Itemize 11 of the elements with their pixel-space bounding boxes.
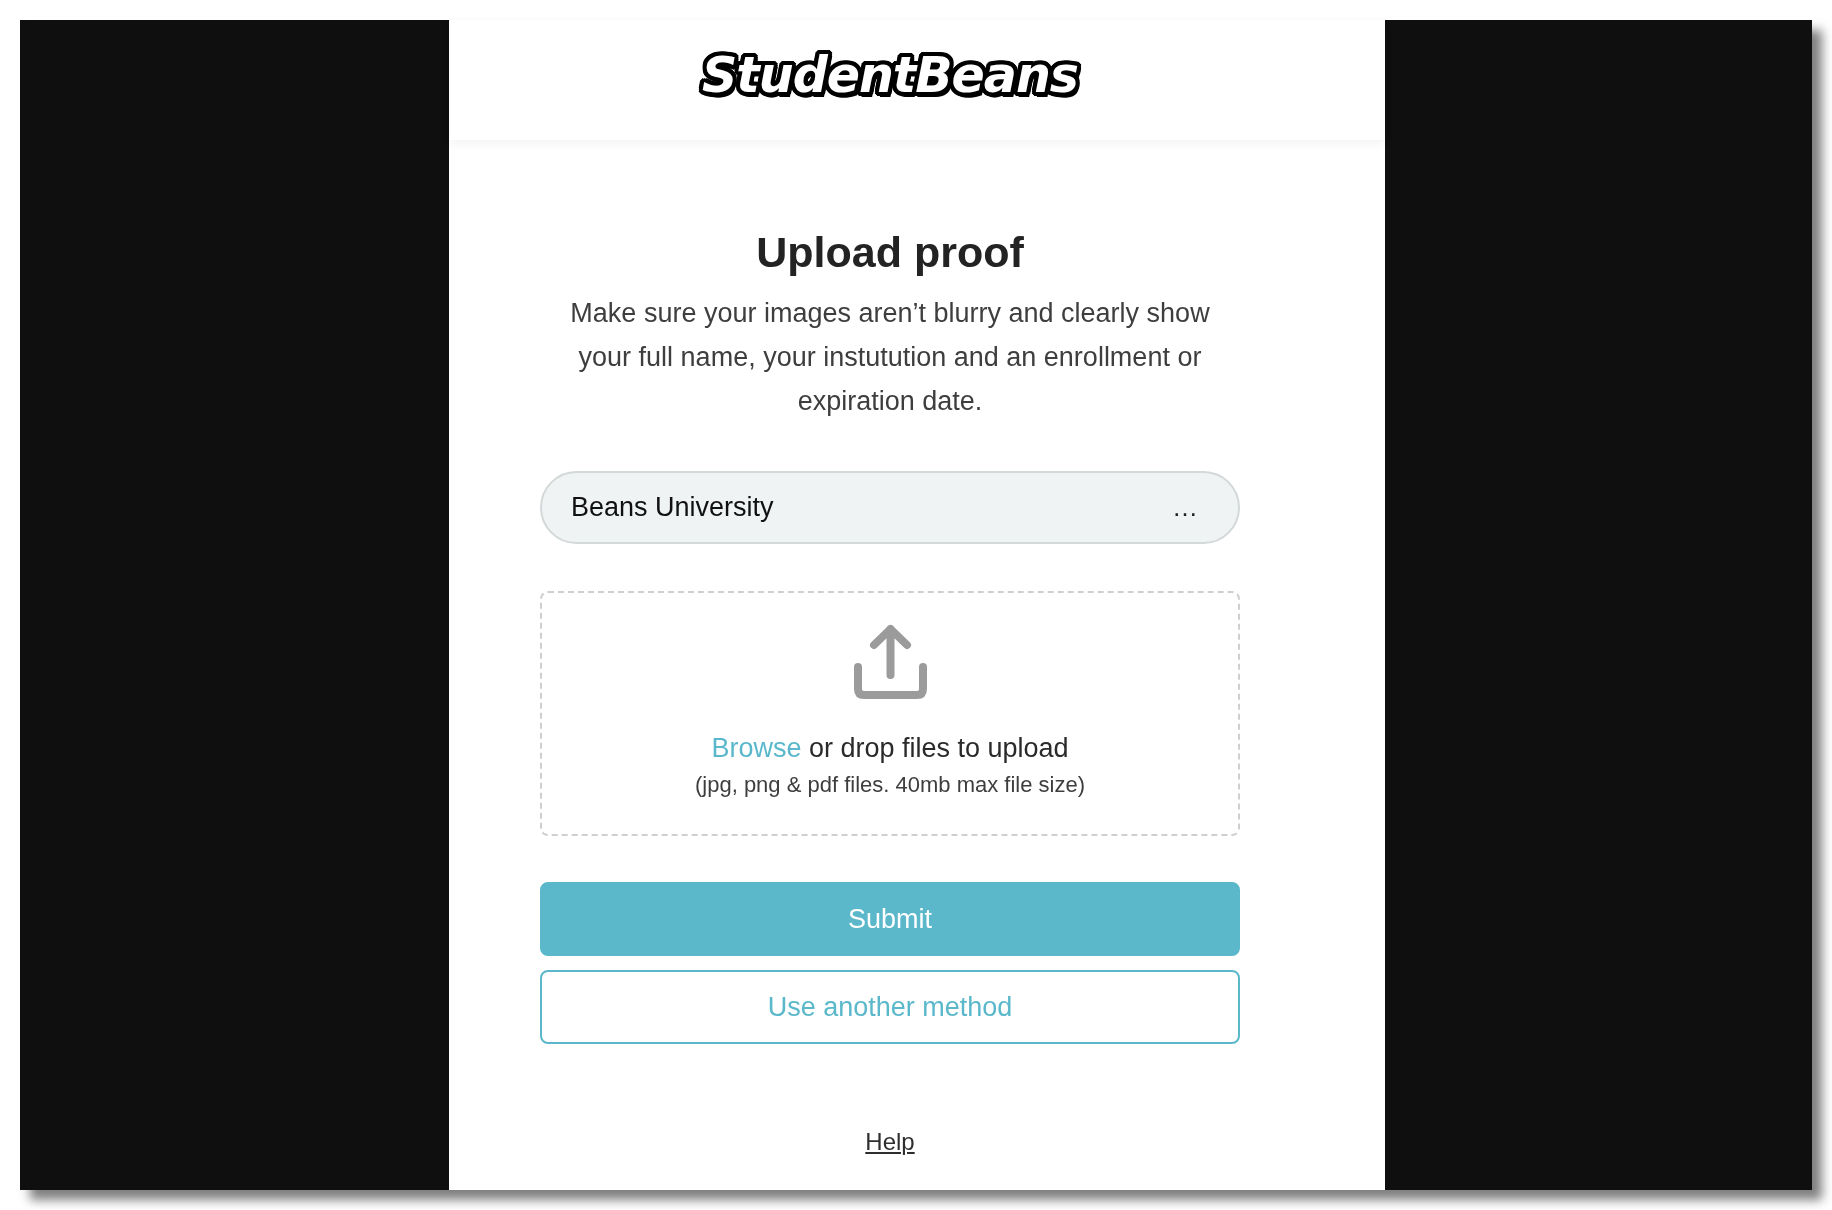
upload-icon [853,623,927,699]
institution-field[interactable]: Beans University … [540,471,1240,544]
more-button[interactable]: … [1172,492,1198,523]
help-link[interactable]: Help [865,1127,915,1157]
logo[interactable]: StudentBeans [696,42,1084,108]
file-dropzone[interactable]: Browse or drop files to upload (jpg, png & pdf files. 40mb max file size) [540,591,1240,836]
instructions-text: Make sure your images aren’t blurry and clearly show your full name, your instutution and an enrollment or expiration date. [569,297,1211,418]
file-type-hint: (jpg, png & pdf files. 40mb max file size) [694,771,1086,799]
institution-value: Beans University [571,492,774,523]
upload-prompt: Browse or drop files to upload [711,732,1069,765]
page-title: Upload proof [756,227,1024,277]
